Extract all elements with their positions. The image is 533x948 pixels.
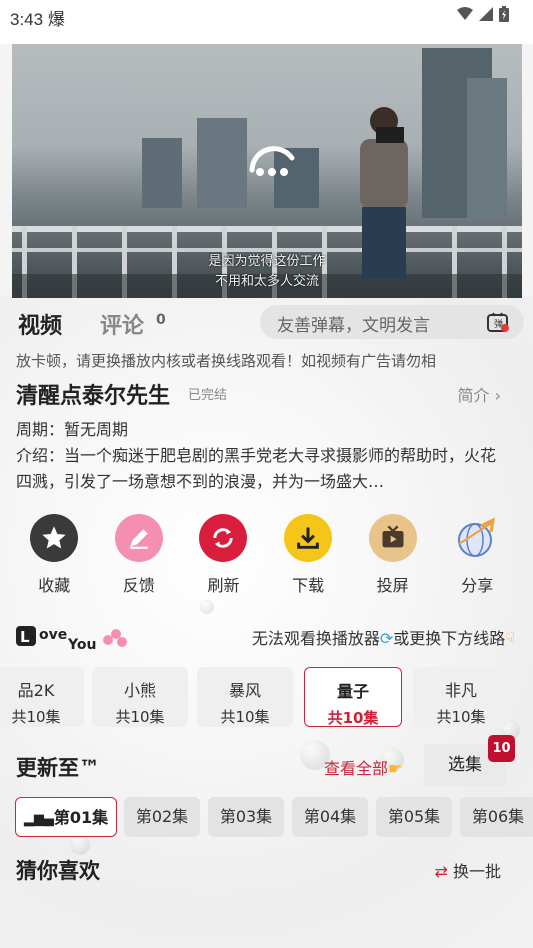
episode-item-active[interactable]: ▂▆▄第01集 <box>15 797 117 837</box>
line-selector: 品2K 共10集 小熊 共10集 暴风 共10集 量子 共10集 非凡 共10集 <box>0 667 533 729</box>
tv-icon <box>368 514 417 562</box>
show-title: 清醒点泰尔先生 <box>16 384 171 409</box>
building <box>467 78 507 218</box>
line-name: 暴风 <box>228 681 261 700</box>
update-title: 更新至™ <box>16 756 100 780</box>
battery-icon <box>499 6 509 22</box>
wifi-icon <box>457 7 473 20</box>
subtitle-line: 是因为觉得这份工作 <box>208 254 326 269</box>
line-name: 量子 <box>336 682 369 701</box>
building <box>142 138 182 208</box>
view-all-link[interactable]: 查看全部☛ <box>324 755 402 779</box>
shuffle-icon: ⇄ <box>434 862 448 881</box>
building <box>197 118 247 208</box>
download-icon <box>284 514 333 562</box>
action-label: 投屏 <box>376 576 409 595</box>
line-name: 品2K <box>17 681 55 700</box>
favorite-button[interactable]: 收藏 <box>12 514 97 596</box>
point-down-icon: ☟ <box>505 629 515 648</box>
download-button[interactable]: 下载 <box>266 514 351 596</box>
episode-item[interactable]: 第02集 <box>124 797 200 837</box>
line-name: 非凡 <box>444 681 477 700</box>
action-label: 刷新 <box>207 576 240 595</box>
signal-icon <box>479 7 493 21</box>
love-you-logo-icon: L ove You <box>16 626 127 653</box>
line-count: 共10集 <box>115 708 165 726</box>
line-option[interactable]: 非凡 共10集 <box>413 667 509 727</box>
episode-count-badge: 10 <box>488 735 515 762</box>
action-label: 反馈 <box>122 576 155 595</box>
action-label: 收藏 <box>38 576 71 595</box>
water-drop <box>200 600 214 614</box>
line-count: 共10集 <box>327 709 379 727</box>
line-option[interactable]: 品2K 共10集 <box>0 667 84 727</box>
period-text: 周期：暂无周期 <box>16 420 129 439</box>
episode-item[interactable]: 第05集 <box>376 797 452 837</box>
video-player[interactable]: 是因为觉得这份工作 不用和太多人交流 <box>12 44 522 298</box>
refresh-icon <box>199 514 248 562</box>
line-option[interactable]: 小熊 共10集 <box>92 667 188 727</box>
refresh-batch-button[interactable]: ⇄ 换一批 <box>434 858 501 882</box>
line-count: 共10集 <box>11 708 61 726</box>
cast-button[interactable]: 投屏 <box>350 514 435 596</box>
danmu-input[interactable]: 友善弹幕，文明发言 弹 <box>260 305 524 339</box>
danmu-placeholder: 友善弹幕，文明发言 <box>277 316 430 336</box>
status-badge: 已完结 <box>188 388 228 403</box>
share-globe-icon <box>453 514 501 562</box>
share-button[interactable]: 分享 <box>435 514 520 596</box>
action-label: 分享 <box>461 576 494 595</box>
cycle-icon: ⟳ <box>379 629 394 648</box>
episode-label: 第01集 <box>53 808 109 827</box>
action-bar: 收藏 反馈 刷新 下载 投屏 分享 <box>12 514 520 596</box>
subtitle-line: 不用和太多人交流 <box>214 274 319 289</box>
episode-item[interactable]: 第04集 <box>292 797 368 837</box>
tab-video[interactable]: 视频 <box>18 308 62 340</box>
view-all-label: 查看全部 <box>324 759 389 778</box>
action-label: 下载 <box>292 576 325 595</box>
line-count: 共10集 <box>220 708 270 726</box>
line-option-active[interactable]: 量子 共10集 <box>304 667 402 727</box>
line-option[interactable]: 暴风 共10集 <box>197 667 293 727</box>
switch-line-tip: 无法观看换播放器⟳或更换下方线路☟ <box>252 625 515 649</box>
loading-icon <box>249 146 295 176</box>
star-icon <box>30 514 79 562</box>
tip-text: 无法观看换播放器 <box>251 629 380 648</box>
svg-text:You: You <box>67 637 96 653</box>
point-right-icon: ☛ <box>388 759 403 778</box>
playing-bars-icon: ▂▆▄ <box>23 812 54 827</box>
comment-count: 0 <box>156 312 166 328</box>
status-bar: 3:43 爆 <box>0 0 533 44</box>
episode-list: ▂▆▄第01集 第02集 第03集 第04集 第05集 第06集 <box>15 797 533 839</box>
line-name: 小熊 <box>123 681 156 700</box>
notice-marquee: 放卡顿，请更换播放内核或者换线路观看！如视频有广告请勿相 <box>16 352 437 370</box>
refresh-label: 换一批 <box>452 862 501 881</box>
tip-text: 或更换下方线路 <box>393 629 506 648</box>
intro-link[interactable]: 简介 › <box>458 382 502 406</box>
episode-item[interactable]: 第03集 <box>208 797 284 837</box>
episode-item[interactable]: 第06集 <box>460 797 533 837</box>
guess-title: 猜你喜欢 <box>16 859 100 883</box>
feedback-button[interactable]: 反馈 <box>97 514 182 596</box>
tab-comment[interactable]: 评论 <box>100 308 144 340</box>
svg-text:ove: ove <box>39 627 67 643</box>
description-text: 介绍：当一个痴迷于肥皂剧的黑手党老大寻求摄影师的帮助时，火花四溅，引发了一场意想… <box>16 446 497 491</box>
status-time: 3:43 爆 <box>10 10 65 29</box>
pencil-icon <box>114 514 163 562</box>
line-count: 共10集 <box>436 708 486 726</box>
svg-text:L: L <box>20 628 30 646</box>
danmu-toggle-icon[interactable]: 弹 <box>486 311 510 333</box>
refresh-button[interactable]: 刷新 <box>181 514 266 596</box>
status-icons <box>457 6 509 22</box>
